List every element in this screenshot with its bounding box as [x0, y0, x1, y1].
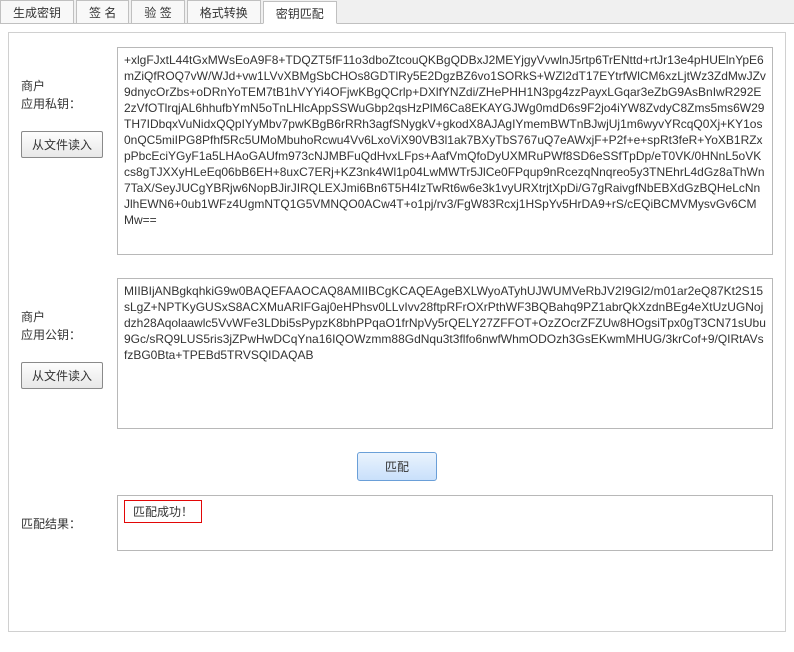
match-button[interactable]: 匹配: [357, 452, 437, 481]
private-key-label-2: 应用私钥：: [21, 95, 111, 113]
tab-bar: 生成密钥 签 名 验 签 格式转换 密钥匹配: [0, 0, 794, 24]
result-section: 匹配结果： 匹配成功！: [21, 495, 773, 551]
main-panel: 商户 应用私钥： 从文件读入 商户 应用公钥： 从文件读入 匹配 匹配结果： 匹…: [8, 32, 786, 632]
public-key-textarea[interactable]: [117, 278, 773, 429]
tab-key-match[interactable]: 密钥匹配: [263, 1, 337, 24]
public-key-label-2: 应用公钥：: [21, 326, 111, 344]
tab-verify[interactable]: 验 签: [131, 0, 184, 23]
public-key-labels: 商户 应用公钥： 从文件读入: [21, 278, 117, 432]
private-key-textarea[interactable]: [117, 47, 773, 255]
public-key-label-1: 商户: [21, 308, 111, 326]
result-label: 匹配结果：: [21, 495, 117, 551]
private-key-section: 商户 应用私钥： 从文件读入: [21, 47, 773, 258]
private-key-labels: 商户 应用私钥： 从文件读入: [21, 47, 117, 258]
result-text: 匹配成功！: [124, 500, 202, 523]
match-button-row: 匹配: [21, 452, 773, 481]
private-key-label-1: 商户: [21, 77, 111, 95]
public-key-section: 商户 应用公钥： 从文件读入: [21, 278, 773, 432]
load-private-key-button[interactable]: 从文件读入: [21, 131, 103, 158]
load-public-key-button[interactable]: 从文件读入: [21, 362, 103, 389]
result-box[interactable]: 匹配成功！: [117, 495, 773, 551]
tab-sign[interactable]: 签 名: [76, 0, 129, 23]
tab-format[interactable]: 格式转换: [187, 0, 261, 23]
tab-gen-key[interactable]: 生成密钥: [0, 0, 74, 23]
